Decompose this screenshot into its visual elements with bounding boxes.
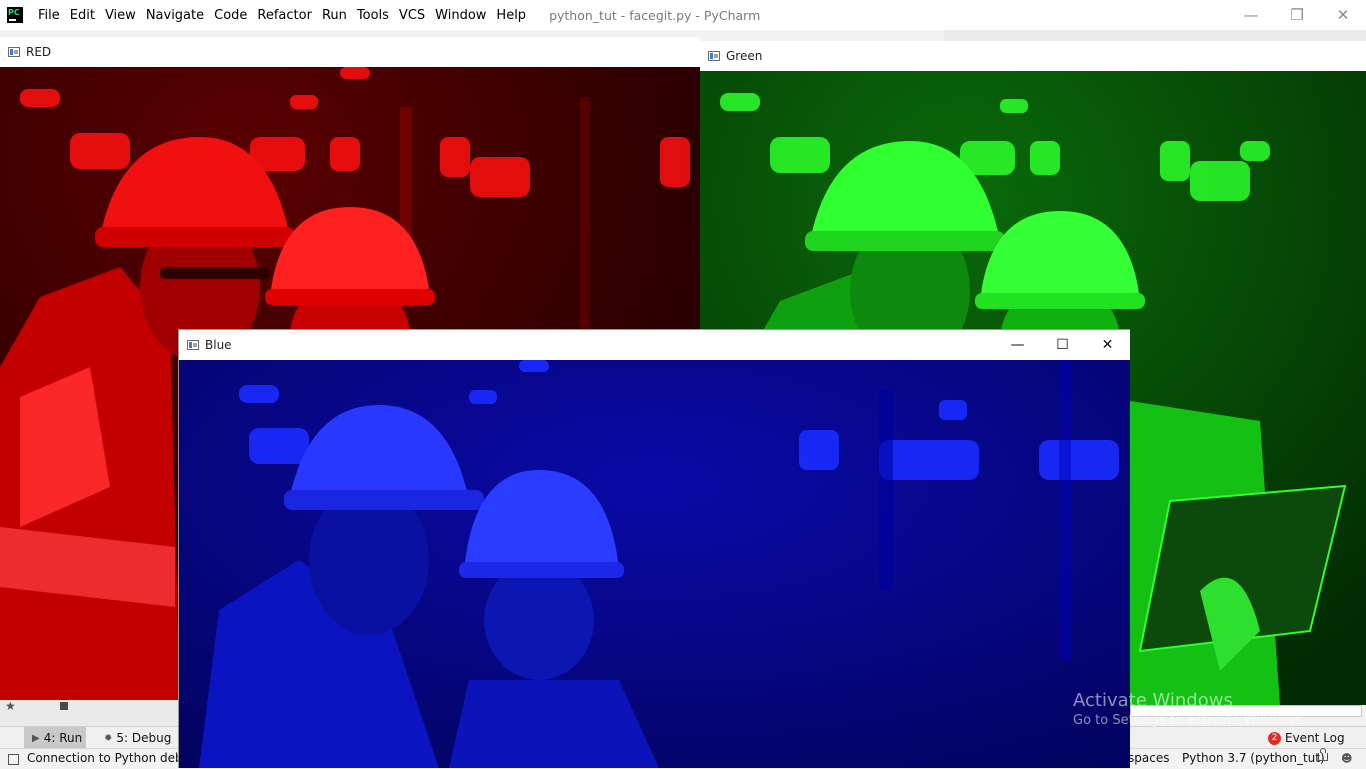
menu-edit[interactable]: Edit bbox=[65, 8, 100, 23]
red-window-title: RED bbox=[26, 45, 52, 59]
activate-windows-watermark: Activate Windows Go to Settings to activ… bbox=[1073, 690, 1306, 728]
debug-tool-button[interactable]: ✹ 5: Debug bbox=[104, 727, 171, 749]
watermark-subtitle: Go to Settings to activate Windows. bbox=[1073, 713, 1306, 728]
window-app-icon bbox=[708, 51, 720, 61]
minimize-icon[interactable]: — bbox=[1228, 0, 1274, 30]
blue-window-controls: — ☐ ✕ bbox=[995, 330, 1130, 360]
blue-image-window: Blue — ☐ ✕ bbox=[178, 329, 1130, 768]
blue-window-titlebar[interactable]: Blue — ☐ ✕ bbox=[179, 330, 1130, 360]
menu-window[interactable]: Window bbox=[430, 8, 491, 23]
toggle-toolwindows-icon[interactable] bbox=[8, 754, 19, 765]
blue-channel-picture bbox=[179, 360, 1130, 768]
watermark-title: Activate Windows bbox=[1073, 690, 1233, 711]
window-app-icon bbox=[8, 47, 20, 57]
event-log-label: Event Log bbox=[1285, 731, 1345, 745]
restore-icon[interactable]: ❐ bbox=[1274, 0, 1320, 30]
status-message: Connection to Python debug bbox=[27, 751, 198, 765]
maximize-icon[interactable]: ☐ bbox=[1040, 330, 1085, 360]
pycharm-logo-icon: PC bbox=[7, 7, 23, 23]
ide-menubar: PC File Edit View Navigate Code Refactor… bbox=[0, 0, 1366, 30]
minimize-icon[interactable]: — bbox=[995, 330, 1040, 360]
menu-help[interactable]: Help bbox=[491, 8, 531, 23]
window-app-icon bbox=[187, 340, 199, 350]
menu-code[interactable]: Code bbox=[209, 8, 252, 23]
ide-window-title: python_tut - facegit.py - PyCharm bbox=[549, 7, 761, 23]
run-tool-button[interactable]: ▶ 4: Run bbox=[24, 727, 86, 749]
blue-channel-image bbox=[179, 360, 1130, 768]
debug-tool-label: 5: Debug bbox=[116, 731, 172, 745]
run-tool-label: 4: Run bbox=[43, 731, 83, 745]
run-toolbar: ★ bbox=[0, 698, 180, 726]
bug-icon: ✹ bbox=[104, 732, 113, 744]
play-icon: ▶ bbox=[32, 732, 40, 744]
pin-icon[interactable]: ★ bbox=[5, 699, 16, 713]
red-window-titlebar[interactable]: RED bbox=[0, 37, 700, 67]
event-log-button[interactable]: 2 Event Log bbox=[1268, 727, 1345, 749]
close-icon[interactable]: ✕ bbox=[1085, 330, 1130, 360]
green-window-titlebar[interactable]: Green bbox=[700, 41, 1366, 71]
menu-run[interactable]: Run bbox=[317, 8, 352, 23]
close-icon[interactable]: ✕ bbox=[1320, 0, 1366, 30]
green-window-title: Green bbox=[726, 49, 763, 63]
menu-navigate[interactable]: Navigate bbox=[141, 8, 209, 23]
lock-icon[interactable] bbox=[1318, 748, 1328, 761]
stop-icon[interactable] bbox=[60, 702, 68, 710]
ide-window-controls: — ❐ ✕ bbox=[1228, 0, 1366, 30]
blue-window-title: Blue bbox=[205, 338, 232, 352]
inspector-icon[interactable]: ☻ bbox=[1341, 752, 1352, 765]
menu-refactor[interactable]: Refactor bbox=[252, 8, 317, 23]
logo-text: PC bbox=[8, 8, 20, 17]
menu-tools[interactable]: Tools bbox=[352, 8, 394, 23]
status-indent[interactable]: spaces bbox=[1128, 751, 1169, 765]
event-log-badge: 2 bbox=[1268, 731, 1281, 745]
menu-view[interactable]: View bbox=[100, 8, 141, 23]
status-interpreter[interactable]: Python 3.7 (python_tut) bbox=[1182, 751, 1325, 765]
menu-file[interactable]: File bbox=[33, 8, 65, 23]
menu-vcs[interactable]: VCS bbox=[394, 8, 430, 23]
